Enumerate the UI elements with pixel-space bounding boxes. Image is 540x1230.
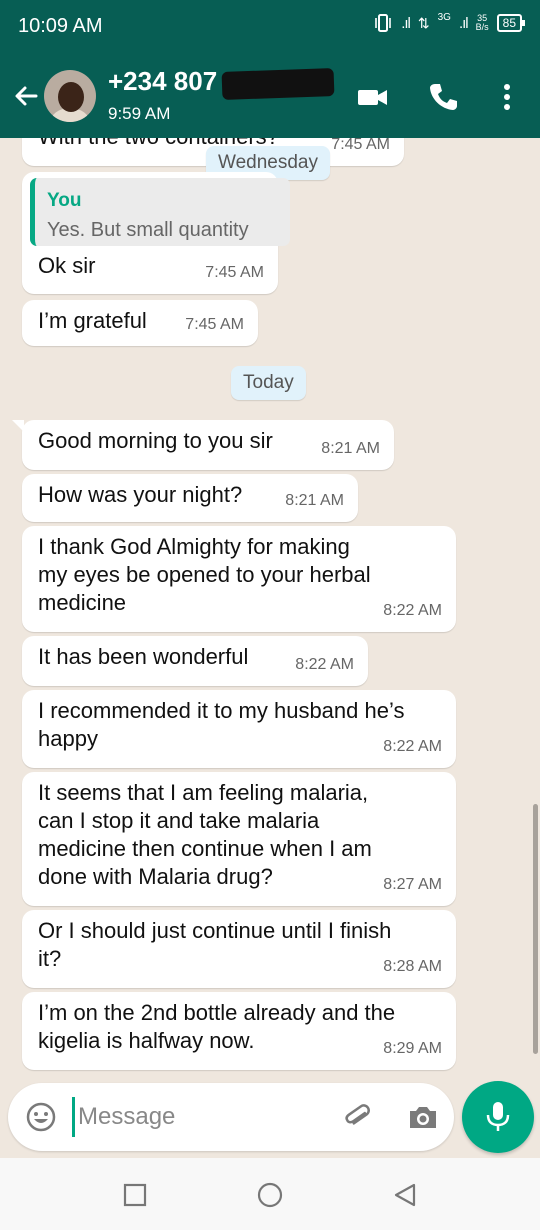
chat-header: +234 807 9:59 AM [0,56,540,138]
text-cursor [72,1097,75,1137]
more-vert-icon[interactable] [490,80,524,114]
camera-icon[interactable] [406,1100,440,1134]
status-bar: 10:09 AM .ıl ⇅ 3G .ıl 35 B/s 85 [0,0,540,56]
contact-avatar[interactable] [44,70,96,122]
message-bubble[interactable]: Good morning to you sir 8:21 AM [12,420,394,470]
message-text: Or I should just continue until I finish… [38,918,392,971]
chat-scrollbar[interactable] [533,804,538,1054]
message-text: I recommended it to my husband he’s happ… [38,698,405,751]
message-time: 8:27 AM [383,876,442,893]
date-chip-today: Today [231,366,306,400]
message-time: 8:22 AM [383,602,442,619]
quoted-text: Yes. But small quantity [47,219,249,241]
message-time: 8:21 AM [321,440,380,457]
message-bubble[interactable]: I’m grateful 7:45 AM [22,300,258,346]
system-nav-bar [0,1158,540,1230]
status-time: 10:09 AM [18,15,103,37]
status-icons: .ıl ⇅ 3G .ıl 35 B/s 85 [373,11,526,32]
contact-name[interactable]: +234 807 [108,66,217,97]
message-time: 8:22 AM [295,656,354,673]
message-bubble[interactable]: Or I should just continue until I finish… [22,910,456,988]
signal-strength-1: .ıl [401,14,411,32]
message-bubble[interactable]: It seems that I am feeling malaria, can … [22,772,456,906]
message-text: It seems that I am feeling malaria, can … [38,780,372,889]
message-bubble[interactable]: I thank God Almighty for making my eyes … [22,526,456,632]
home-icon[interactable] [255,1180,285,1210]
message-time: 7:45 AM [185,316,244,333]
message-bubble[interactable]: I recommended it to my husband he’s happ… [22,690,456,768]
reply-message-bubble[interactable]: You Yes. But small quantity Ok sir 7:45 … [22,172,290,294]
message-bubble[interactable]: How was your night? 8:21 AM [22,474,358,522]
back-icon[interactable] [390,1180,420,1210]
message-bubble[interactable]: It has been wonderful 8:22 AM [22,636,368,686]
data-arrows-icon: ⇅ [417,14,430,31]
recents-icon[interactable] [120,1180,150,1210]
network-type: 3G [437,11,451,23]
signal-strength-2: .ıl [458,14,469,32]
message-time: 7:45 AM [331,138,390,153]
emoji-icon[interactable] [24,1100,58,1134]
message-bubble[interactable]: I’m on the 2nd bottle already and the ki… [22,992,456,1070]
message-input[interactable]: Message [78,1103,175,1131]
message-text: Ok sir [38,253,96,278]
battery-indicator: 85 [496,14,526,32]
message-time: 8:29 AM [383,1040,442,1057]
network-speed: 35 B/s [476,14,489,32]
message-time: 7:45 AM [205,264,264,281]
chat-area[interactable]: With the two containers? 7:45 AM Wednesd… [0,138,540,1088]
message-text: I thank God Almighty for making my eyes … [38,534,371,615]
last-seen: 9:59 AM [108,104,171,123]
quoted-message[interactable]: You Yes. But small quantity [30,178,290,246]
message-time: 8:28 AM [383,958,442,975]
message-text: I’m on the 2nd bottle already and the ki… [38,1000,396,1053]
attach-icon[interactable] [341,1100,375,1134]
message-time: 8:22 AM [383,738,442,755]
vibrate-icon [375,14,392,32]
phone-icon[interactable] [426,80,460,114]
message-composer[interactable]: Message [8,1083,454,1151]
video-call-icon[interactable] [356,80,390,114]
quoted-author: You [47,190,82,211]
back-arrow-icon[interactable] [10,80,42,112]
message-time: 8:21 AM [285,492,344,509]
mic-icon [486,1102,510,1131]
network-speed-unit: B/s [475,22,489,32]
voice-record-button[interactable] [462,1081,534,1153]
redaction-scribble [221,68,335,100]
